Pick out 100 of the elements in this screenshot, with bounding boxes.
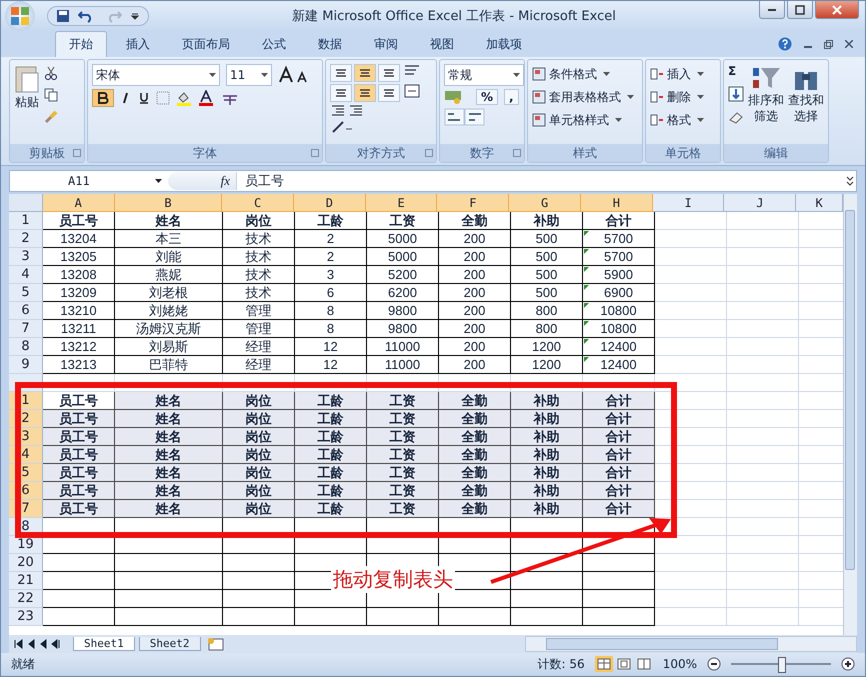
cells-menu-button[interactable]: 格式: [650, 110, 716, 130]
formula-input-field[interactable]: 员工号: [236, 172, 844, 190]
empty-cell: [727, 464, 799, 482]
cells-menu-button[interactable]: 插入: [650, 64, 716, 84]
row-header[interactable]: 21: [9, 572, 43, 590]
underline-icon[interactable]: [138, 92, 150, 104]
row-header[interactable]: 4: [9, 266, 43, 284]
row-header[interactable]: 5: [9, 284, 43, 302]
ribbon-tab[interactable]: 审阅: [361, 32, 411, 57]
zoom-slider-thumb[interactable]: [778, 657, 786, 673]
normal-view-icon[interactable]: [594, 656, 613, 672]
minimize-button[interactable]: [759, 1, 785, 19]
column-header[interactable]: H: [580, 194, 653, 212]
decimal-icon[interactable]: [444, 108, 486, 126]
align-button[interactable]: [354, 64, 376, 82]
align-button[interactable]: [330, 84, 352, 102]
office-button[interactable]: [5, 1, 35, 31]
ribbon-tab[interactable]: 开始: [55, 31, 107, 57]
help-icon[interactable]: [778, 37, 792, 51]
row-header[interactable]: 19: [9, 536, 43, 554]
column-header[interactable]: A: [42, 194, 115, 212]
sheet-tab[interactable]: Sheet1: [73, 637, 135, 651]
close-button[interactable]: [815, 1, 859, 19]
ribbon-tab[interactable]: 视图: [417, 32, 467, 57]
find-select-button[interactable]: 查找和 选择: [788, 64, 824, 140]
customize-menu-icon[interactable]: [130, 11, 140, 21]
empty-cell: [511, 536, 583, 554]
empty-cell: [655, 212, 727, 230]
ribbon-tab[interactable]: 插入: [113, 32, 163, 57]
zoom-in-icon[interactable]: [841, 657, 855, 671]
table-cell: 200: [439, 266, 511, 284]
comma-button[interactable]: ,: [504, 89, 519, 105]
align-button[interactable]: [354, 84, 376, 102]
column-header[interactable]: I: [652, 194, 724, 212]
ribbon-tab[interactable]: 公式: [249, 32, 299, 57]
row-header[interactable]: 7: [9, 320, 43, 338]
autosum-button[interactable]: Σ: [728, 64, 744, 78]
align-button[interactable]: [330, 64, 352, 82]
merge-icon[interactable]: [404, 84, 420, 98]
fill-down-icon[interactable]: [728, 86, 744, 102]
percent-button[interactable]: %: [476, 89, 498, 105]
paste-button[interactable]: 粘贴: [14, 64, 40, 140]
eraser-icon[interactable]: [728, 110, 744, 124]
page-layout-icon[interactable]: [614, 656, 633, 672]
row-header[interactable]: 23: [9, 608, 43, 626]
indent-icon[interactable]: [330, 104, 364, 118]
copy-icon[interactable]: [44, 88, 58, 102]
page-break-icon[interactable]: [634, 656, 653, 672]
font-size-dropdown[interactable]: 11: [226, 64, 272, 86]
row-header[interactable]: 8: [9, 338, 43, 356]
group-label: 字体: [193, 144, 217, 162]
font-color-icon[interactable]: [198, 90, 214, 106]
styles-menu-button[interactable]: 单元格样式: [532, 110, 638, 130]
column-header[interactable]: D: [294, 194, 366, 212]
row-header[interactable]: 9: [9, 356, 43, 374]
align-button[interactable]: [378, 84, 400, 102]
table-cell: 合计: [583, 410, 655, 428]
fill-color-icon[interactable]: [176, 90, 192, 106]
orientation-icon[interactable]: [330, 120, 354, 134]
bold-button[interactable]: [92, 89, 114, 107]
ribbon-tab[interactable]: 加载项: [473, 32, 535, 57]
sheet-tab[interactable]: Sheet2: [138, 637, 200, 651]
ribbon-tab[interactable]: 数据: [305, 32, 355, 57]
column-header[interactable]: J: [724, 194, 796, 212]
font-name-dropdown[interactable]: 宋体: [92, 64, 220, 86]
row-header[interactable]: 6: [9, 302, 43, 320]
column-header[interactable]: G: [509, 194, 581, 212]
cells-menu-button[interactable]: 删除: [650, 87, 716, 107]
group-label: 样式: [573, 144, 597, 162]
maximize-button[interactable]: [787, 1, 813, 19]
styles-menu-button[interactable]: 条件格式: [532, 64, 638, 84]
ribbon-tab[interactable]: 页面布局: [169, 32, 243, 57]
styles-menu-button[interactable]: 套用表格格式: [532, 87, 638, 107]
empty-cell: [655, 536, 727, 554]
row-header[interactable]: 3: [9, 248, 43, 266]
sort-filter-button[interactable]: 排序和 筛选: [748, 64, 784, 140]
column-header[interactable]: F: [437, 194, 510, 212]
brush-icon[interactable]: [44, 110, 58, 124]
align-button[interactable]: [378, 64, 400, 82]
close-icon[interactable]: [845, 40, 853, 48]
horizontal-scrollbar[interactable]: [525, 636, 857, 652]
caret-icon: [627, 94, 634, 100]
borders-icon[interactable]: [156, 91, 170, 105]
column-header[interactable]: C: [222, 194, 294, 212]
restore-icon[interactable]: [824, 40, 833, 48]
vertical-scrollbar[interactable]: [843, 194, 857, 635]
name-box[interactable]: A11: [10, 174, 168, 188]
row-header[interactable]: 20: [9, 554, 43, 572]
zoom-out-icon[interactable]: [707, 657, 721, 671]
save-icon[interactable]: [56, 9, 70, 23]
row-header[interactable]: 2: [9, 230, 43, 248]
row-header[interactable]: 22: [9, 590, 43, 608]
zoom-level[interactable]: 100%: [662, 657, 697, 671]
row-header[interactable]: 1: [9, 212, 43, 230]
scissors-icon[interactable]: [44, 66, 58, 80]
insert-function-button[interactable]: fx: [220, 173, 230, 189]
column-header[interactable]: B: [114, 194, 222, 212]
column-header[interactable]: K: [796, 194, 844, 212]
number-format-dropdown[interactable]: 常规: [444, 64, 524, 86]
column-header[interactable]: E: [366, 194, 438, 212]
